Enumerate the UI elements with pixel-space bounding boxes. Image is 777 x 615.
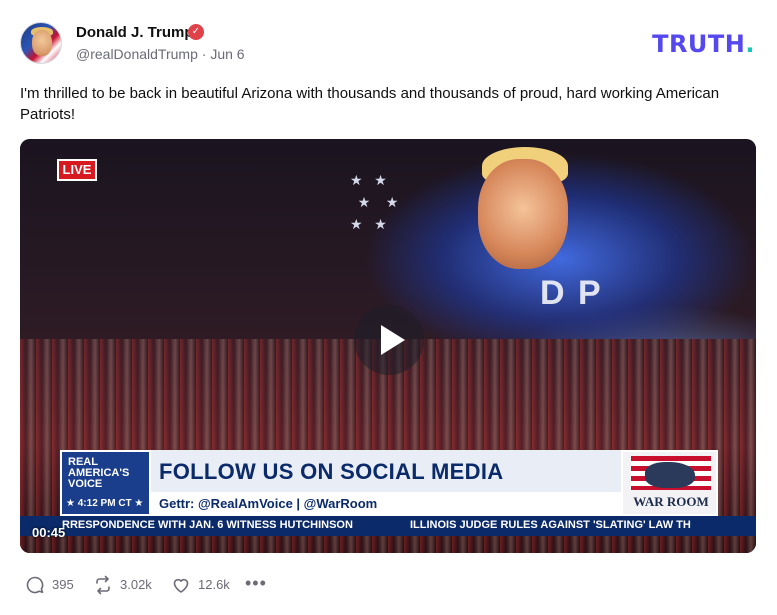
live-badge: LIVE bbox=[57, 159, 97, 181]
screen-text: D P bbox=[540, 274, 603, 312]
truth-social-logo[interactable]: TRUTH. bbox=[652, 30, 755, 58]
news-lower-third: REAL AMERICA'S VOICE ★ 4:12 PM CT ★ FOLL… bbox=[60, 450, 718, 516]
meta-separator: · bbox=[201, 46, 207, 62]
post-date[interactable]: Jun 6 bbox=[210, 46, 244, 62]
screen-portrait-face bbox=[478, 159, 568, 269]
like-count: 12.6k bbox=[198, 577, 230, 592]
post-actions: 395 3.02k 12.6k ••• bbox=[25, 573, 325, 597]
ticker-item-left: RRESPONDENCE WITH JAN. 6 WITNESS HUTCHIN… bbox=[62, 519, 353, 531]
video-player[interactable]: ★ ★ ★ ★ ★ ★ D P LIVE REAL AMERICA'S VOICE… bbox=[20, 139, 756, 553]
show-logo: WAR ROOM bbox=[621, 450, 718, 516]
author-display-name[interactable]: Donald J. Trump bbox=[76, 24, 194, 41]
video-timestamp: 00:45 bbox=[32, 525, 66, 540]
ticker-item-right: ILLINOIS JUDGE RULES AGAINST 'SLATING' L… bbox=[410, 519, 691, 531]
author-handle[interactable]: @realDonaldTrump bbox=[76, 46, 198, 62]
retruth-icon bbox=[96, 575, 110, 595]
more-options-icon[interactable]: ••• bbox=[245, 573, 269, 597]
author-meta: @realDonaldTrump · Jun 6 bbox=[76, 46, 245, 62]
verified-badge-icon: ✓ bbox=[188, 24, 204, 40]
screen-stars-graphic: ★ ★ ★ ★ ★ ★ bbox=[350, 172, 399, 232]
reply-count: 395 bbox=[52, 577, 74, 592]
post-body-text: I'm thrilled to be back in beautiful Ari… bbox=[20, 85, 720, 123]
play-icon bbox=[381, 325, 405, 355]
eagle-icon bbox=[645, 462, 695, 488]
retruth-count: 3.02k bbox=[120, 577, 152, 592]
network-logo: REAL AMERICA'S VOICE ★ 4:12 PM CT ★ bbox=[60, 450, 151, 516]
post-header: Donald J. Trump ✓ @realDonaldTrump · Jun… bbox=[20, 20, 757, 68]
reply-icon bbox=[26, 576, 44, 594]
banner-subline: Gettr: @RealAmVoice | @WarRoom bbox=[159, 496, 378, 511]
network-logo-line-3: VOICE bbox=[68, 478, 103, 490]
avatar[interactable] bbox=[20, 22, 62, 64]
news-ticker: RRESPONDENCE WITH JAN. 6 WITNESS HUTCHIN… bbox=[20, 516, 756, 536]
heart-icon bbox=[173, 578, 189, 593]
play-button[interactable] bbox=[354, 305, 424, 375]
banner-subline-box: Gettr: @RealAmVoice | @WarRoom bbox=[151, 492, 621, 516]
show-logo-text: WAR ROOM bbox=[633, 494, 709, 509]
network-clock: ★ 4:12 PM CT ★ bbox=[66, 498, 144, 509]
banner-headline-box: FOLLOW US ON SOCIAL MEDIA bbox=[151, 450, 621, 492]
logo-dot: . bbox=[745, 30, 755, 58]
logo-text: TRUTH bbox=[652, 30, 746, 58]
banner-headline: FOLLOW US ON SOCIAL MEDIA bbox=[159, 459, 504, 484]
avatar-face bbox=[32, 30, 52, 56]
